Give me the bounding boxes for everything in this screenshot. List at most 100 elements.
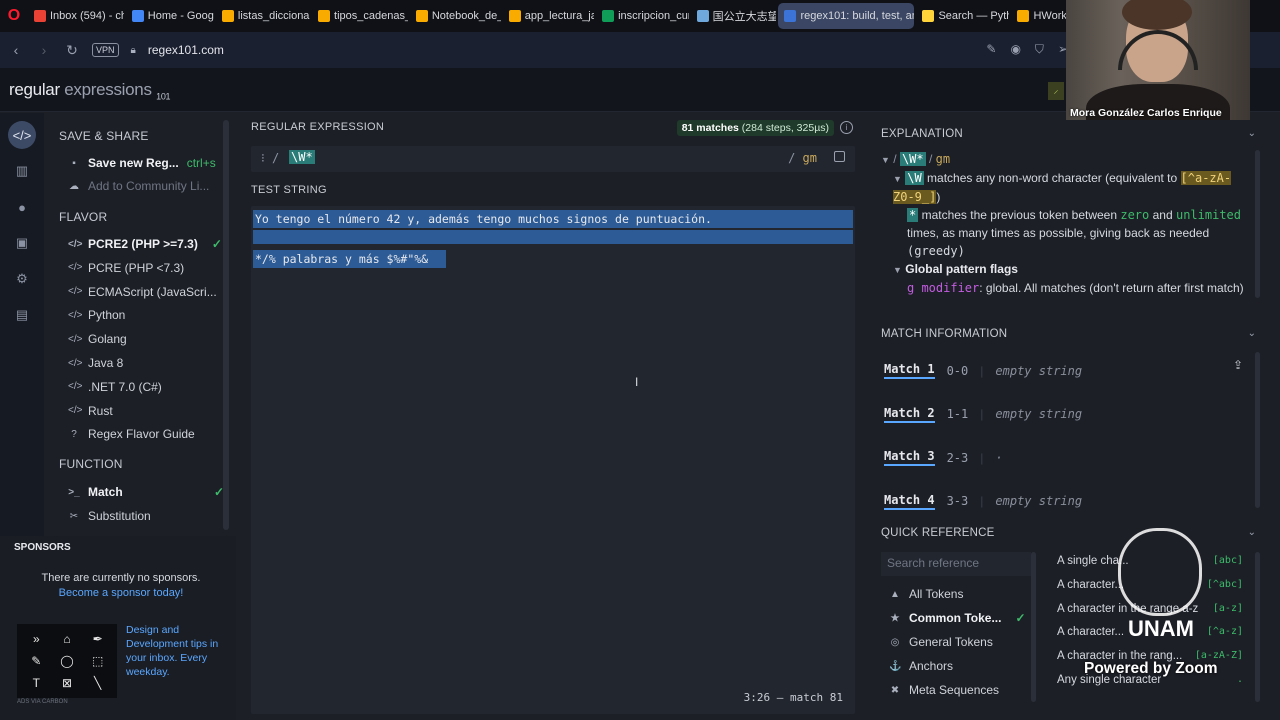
browser-tab[interactable]: inscripcion_cur — [596, 3, 689, 29]
flavor-option[interactable]: </> Java 8 — [68, 356, 238, 370]
url-field[interactable]: regex101.com — [148, 43, 224, 57]
tab-label: Home - Googl — [147, 10, 214, 22]
tab-favicon-icon — [508, 10, 521, 22]
shield-icon[interactable]: ⛉ — [1035, 42, 1044, 57]
back-icon[interactable]: ‹ — [8, 42, 24, 58]
reference-category[interactable]: ⚓ Anchors — [889, 659, 953, 673]
reference-label: A character... — [1057, 626, 1125, 639]
function-match[interactable]: >_ Match ✓ — [68, 485, 238, 499]
participant-name: Mora González Carlos Enrique — [1070, 107, 1222, 119]
regex-input[interactable]: ⁝ / \W* / gm — [251, 146, 855, 172]
browser-tab[interactable]: 国公立大志望 — [691, 3, 776, 29]
sponsor-flag-icon[interactable]: ⸝ — [1048, 82, 1064, 100]
text-icon: T — [32, 676, 40, 690]
ad-text-link[interactable]: Design and Development tips in your inbo… — [126, 623, 226, 679]
function-substitution[interactable]: ✂ Substitution — [68, 509, 238, 523]
browser-tab[interactable]: HWork — [1011, 3, 1068, 29]
reference-category[interactable]: ✖ Meta Sequences — [889, 683, 999, 697]
explanation-scrollbar[interactable] — [1255, 150, 1260, 298]
browser-tab[interactable]: Home - Googl — [126, 3, 214, 29]
site-logo[interactable]: regular expressions 101 — [9, 80, 171, 101]
reload-icon[interactable]: ↻ — [64, 42, 80, 59]
flavor-option[interactable]: </> PCRE (PHP <7.3) — [68, 261, 238, 275]
cloud-icon: ☁ — [69, 180, 79, 192]
match-value: empty string — [995, 494, 1083, 508]
flavor-label: Rust — [88, 403, 113, 418]
chevron-down-icon[interactable]: ⌄ — [1248, 527, 1256, 538]
match-name: Match 3 — [884, 449, 935, 466]
opera-logo-icon[interactable]: O — [0, 0, 28, 32]
flavor-label: ECMAScript (JavaScri... — [88, 284, 217, 299]
reference-category[interactable]: ▲ All Tokens — [889, 587, 963, 601]
flavor-heading: FLAVOR — [59, 210, 108, 224]
sponsors-text: There are currently no sponsors. Become … — [0, 571, 242, 601]
chat-icon[interactable]: ▤ — [8, 301, 36, 329]
reference-scrollbar[interactable] — [1255, 552, 1260, 702]
match-info-scrollbar[interactable] — [1255, 352, 1260, 508]
add-to-community-button[interactable]: ☁ Add to Community Li... — [68, 179, 238, 193]
tab-label: listas_diccionar — [237, 10, 311, 22]
chevron-down-icon[interactable]: ⌄ — [1248, 328, 1256, 339]
save-share-heading: SAVE & SHARE — [59, 129, 149, 143]
test-line: Yo tengo el número 42 y, además tengo mu… — [255, 212, 712, 226]
match-row[interactable]: Match 3 2-3 | · — [884, 449, 1003, 466]
regex-flags[interactable]: / gm — [788, 151, 817, 165]
flavor-option[interactable]: </> PCRE2 (PHP >=7.3) ✓ — [68, 237, 238, 251]
vpn-badge[interactable]: VPN — [92, 43, 119, 57]
quiz-icon[interactable]: ▣ — [8, 229, 36, 257]
match-row[interactable]: Match 4 3-3 | empty string — [884, 493, 1082, 510]
browser-tab[interactable]: Inbox (594) - ch — [28, 3, 124, 29]
explanation-body: ▼ / \W* / gm ▼ \W matches any non-word c… — [881, 152, 1244, 295]
user-icon[interactable]: ● — [8, 193, 36, 221]
browser-tab[interactable]: app_lectura_ja — [503, 3, 594, 29]
match-row[interactable]: Match 1 0-0 | empty string — [884, 362, 1082, 379]
test-string-input[interactable]: Yo tengo el número 42 y, además tengo mu… — [251, 206, 855, 714]
tab-label: app_lectura_ja — [524, 10, 595, 22]
reference-search-input[interactable]: Search reference — [881, 552, 1031, 576]
cursor-status: 3:26 — match 81 — [743, 691, 843, 704]
flavor-option[interactable]: </> Rust — [68, 404, 238, 418]
browser-tab[interactable]: Notebook_de_ — [410, 3, 501, 29]
flavor-option[interactable]: </> Golang — [68, 332, 238, 346]
reference-category[interactable]: ★ Common Toke... ✓ — [889, 611, 1026, 625]
browser-tab[interactable]: Search — Pyth — [916, 3, 1009, 29]
browser-tab[interactable]: regex101: build, test, and — [778, 3, 915, 29]
code-icon[interactable]: </> — [8, 121, 36, 149]
regex-heading: REGULAR EXPRESSION — [251, 121, 385, 133]
edit-icon[interactable]: ✎ — [986, 42, 996, 57]
settings-icon[interactable]: ⚙ — [8, 265, 36, 293]
tab-favicon-icon — [922, 10, 935, 22]
tab-label: tipos_cadenas_ — [334, 10, 408, 22]
reference-category[interactable]: ◎ General Tokens — [889, 635, 993, 649]
category-label: Anchors — [909, 659, 954, 673]
categories-scrollbar[interactable] — [1031, 552, 1036, 702]
info-icon[interactable]: i — [840, 121, 853, 134]
flavor-option[interactable]: </> .NET 7.0 (C#) — [68, 380, 238, 394]
library-icon[interactable]: ▥ — [8, 157, 36, 185]
sponsors-heading: SPONSORS — [14, 542, 71, 553]
unam-seal-icon — [1118, 528, 1202, 616]
become-sponsor-link[interactable]: Become a sponsor today! — [0, 586, 242, 601]
ad-image[interactable]: » ⌂ ✒ ✎ ◯ ⬚ T ⊠ ╲ — [17, 624, 117, 698]
camera-icon[interactable]: ◉ — [1010, 42, 1020, 57]
match-range: 3-3 — [946, 494, 969, 508]
regex-pattern[interactable]: \W* — [289, 150, 315, 164]
flavor-option[interactable]: </> Python — [68, 308, 238, 322]
browser-tab[interactable]: tipos_cadenas_ — [312, 3, 408, 29]
save-new-regex-button[interactable]: ▪ Save new Reg... ctrl+s — [68, 156, 238, 170]
share-icon[interactable]: ⇪ — [1233, 358, 1243, 372]
copy-icon[interactable] — [834, 151, 845, 162]
left-scrollbar[interactable] — [223, 120, 229, 530]
forward-icon[interactable]: › — [36, 42, 52, 58]
participant-video: Mora González Carlos Enrique — [1066, 0, 1250, 120]
match-row[interactable]: Match 2 1-1 | empty string — [884, 406, 1082, 423]
flavor-label: Python — [88, 308, 126, 323]
sponsors-panel: SPONSORS There are currently no sponsors… — [0, 536, 236, 720]
browser-tab[interactable]: listas_diccionar — [216, 3, 310, 29]
flavor-option[interactable]: </> ECMAScript (JavaScri... — [68, 285, 238, 299]
chevron-down-icon[interactable]: ⌄ — [1248, 128, 1256, 139]
regex-flavor-guide-link[interactable]: ? Regex Flavor Guide — [68, 427, 238, 441]
ad-footer[interactable]: ADS VIA CARBON — [17, 699, 68, 705]
code-icon: </> — [68, 405, 83, 417]
test-string-heading: TEST STRING — [251, 184, 327, 196]
